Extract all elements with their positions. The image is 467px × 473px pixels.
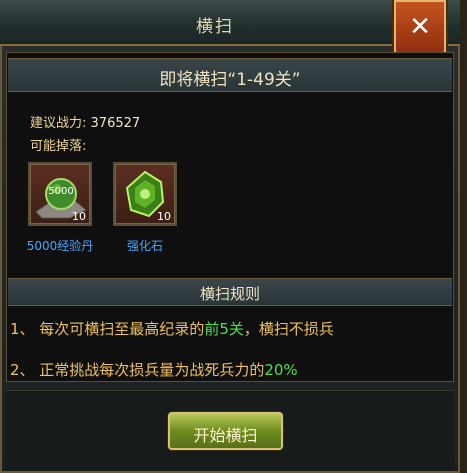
start-sweep-button[interactable]: 开始横扫	[168, 412, 283, 450]
sweep-range-text: 即将横扫“1-49关”	[159, 70, 301, 90]
drops-label: 可能掉落:	[30, 139, 87, 154]
rule-2-highlight: 20%	[264, 361, 298, 379]
rules-title: 横扫规则	[199, 285, 260, 303]
drop-item-name[interactable]: 强化石	[100, 237, 190, 254]
power-label: 建议战力:	[30, 116, 87, 131]
close-button[interactable]: ✕	[394, 0, 446, 56]
sweep-range-header: 即将横扫“1-49关”	[8, 58, 452, 92]
dialog-title: 横扫	[196, 17, 234, 37]
rule-line-2: 2、 正常挑战每次损兵量为战死兵力的20%	[10, 359, 298, 380]
drop-item-enhance-stone[interactable]: 10	[113, 162, 177, 226]
rule-line-1: 1、 每次可横扫至最高纪录的前5关，横扫不损兵	[10, 318, 334, 339]
power-value: 376527	[90, 116, 141, 131]
rule-2-prefix: 2、 正常挑战每次损兵量为战死兵力的	[10, 361, 265, 379]
item-quantity: 10	[72, 210, 86, 223]
rule-1-suffix: ，横扫不损兵	[243, 320, 334, 338]
rule-1-prefix: 1、 每次可横扫至最高纪录的	[10, 320, 205, 338]
start-sweep-label: 开始横扫	[193, 426, 258, 445]
rule-1-highlight: 前5关	[204, 320, 244, 338]
close-icon: ✕	[409, 12, 431, 42]
exp-pill-icon-text: 5000	[48, 186, 74, 197]
rules-header: 横扫规则	[8, 278, 452, 306]
title-bar: 横扫	[0, 0, 460, 46]
drop-item-exp-pill[interactable]: 5000 10	[28, 162, 92, 226]
recommended-power: 建议战力: 376527	[30, 112, 140, 131]
drop-item-name[interactable]: 5000经验丹	[15, 237, 105, 254]
item-quantity: 10	[157, 210, 171, 223]
